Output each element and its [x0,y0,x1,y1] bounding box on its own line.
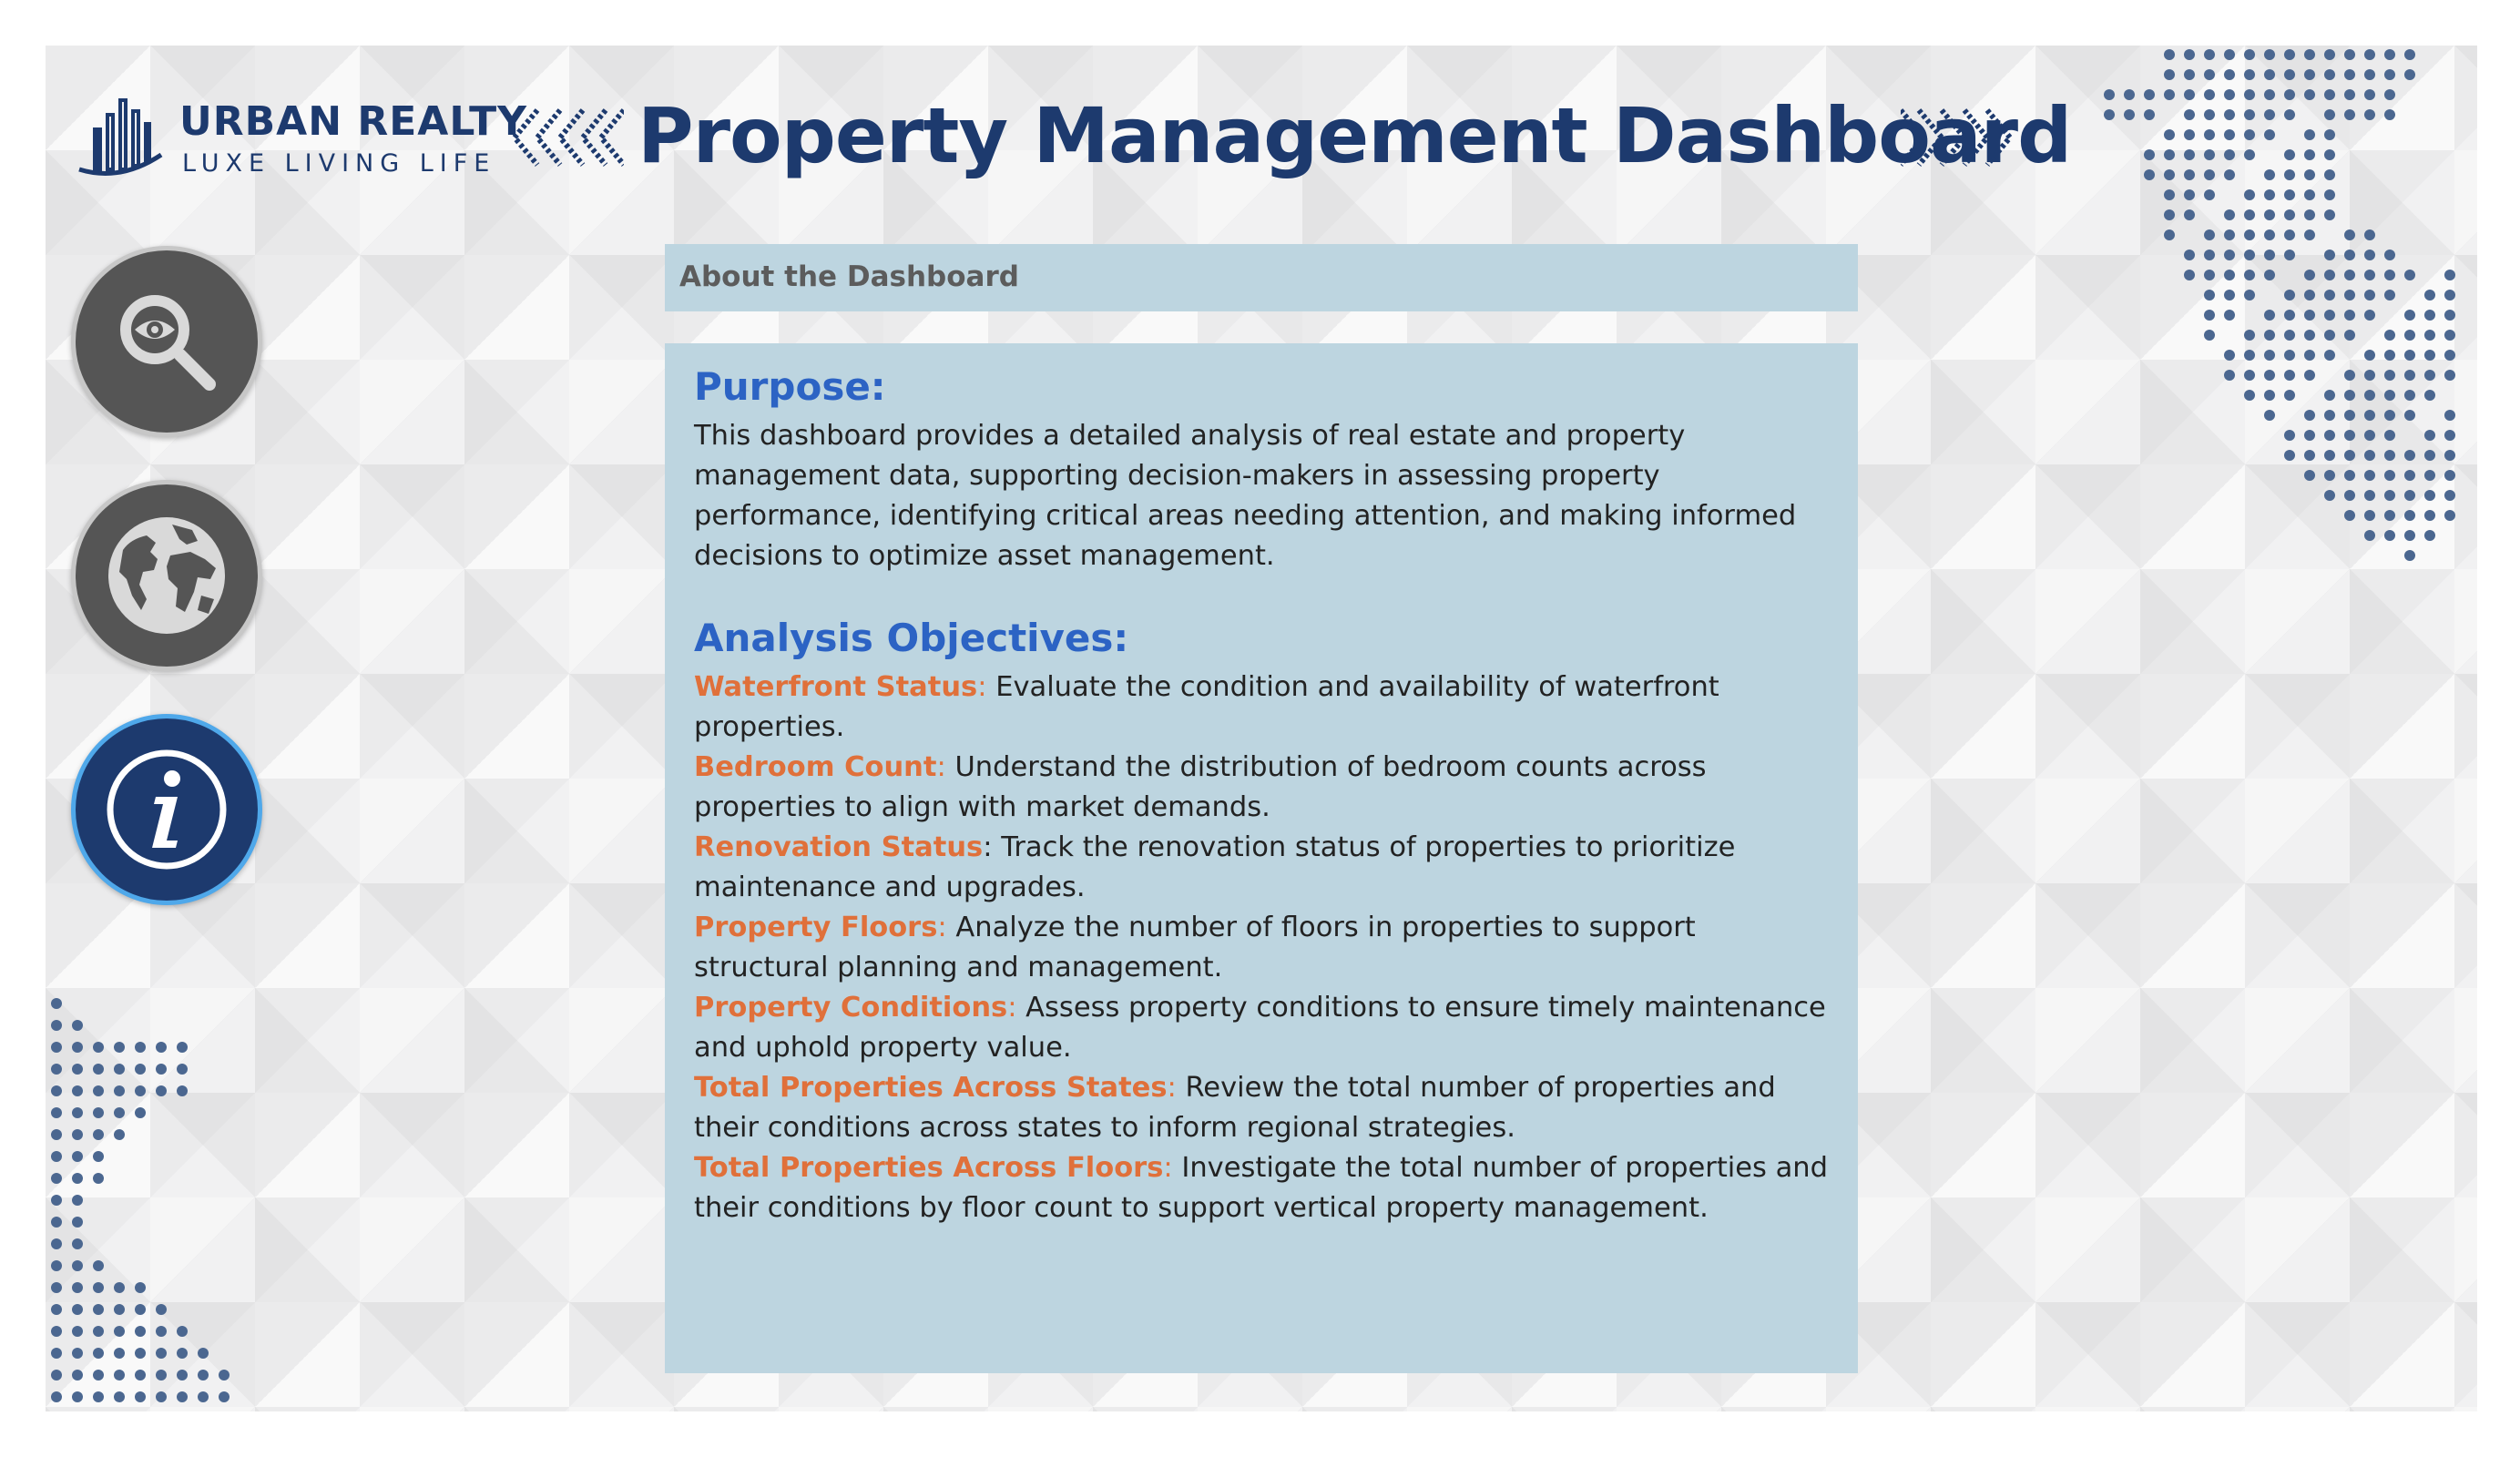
nav-map-button[interactable] [71,480,262,671]
brand-tagline: LUXE LIVING LIFE [182,149,496,178]
dot-pattern-bottom-left [51,998,230,1402]
objective-title: Total Properties Across States [694,1072,1168,1104]
chevron-left-decoration-icon [511,108,624,167]
purpose-text: This dashboard provides a detailed analy… [694,420,1797,572]
objective-item: Waterfront Status: Evaluate the conditio… [694,671,1719,743]
building-logo-icon [78,98,163,176]
header: Property Management Dashboard [510,80,2072,199]
objective-title: Bedroom Count [694,751,937,783]
objective-title: Waterfront Status [694,671,978,703]
purpose-heading: Purpose: [694,364,886,409]
objective-title: Renovation Status [694,831,984,863]
info-icon [107,749,227,870]
objective-item: Total Properties Across Floors: Investig… [694,1152,1828,1224]
page-title: Property Management Dashboard [638,91,2072,180]
objective-item: Bedroom Count: Understand the distributi… [694,751,1707,823]
objective-title: Property Conditions [694,992,1008,1024]
objective-item: Property Floors: Analyze the number of f… [694,912,1696,983]
brand-name: URBAN REALTY [179,98,527,145]
chevron-right-decoration-icon [1901,108,2014,167]
about-header-label: About the Dashboard [679,260,1019,293]
nav-analysis-button[interactable] [71,246,262,437]
objectives-heading: Analysis Objectives: [694,616,1129,660]
objective-item: Renovation Status: Track the renovation … [694,831,1736,903]
magnifier-eye-icon [120,295,216,391]
objective-item: Total Properties Across States: Review t… [694,1072,1776,1144]
objective-title: Property Floors [694,912,938,943]
globe-icon [108,517,225,634]
about-section-header: About the Dashboard [665,244,1858,311]
objective-item: Property Conditions: Assess property con… [694,992,1826,1064]
objective-title: Total Properties Across Floors [694,1152,1164,1184]
nav-about-button[interactable] [71,714,262,905]
about-content-panel: Purpose: This dashboard provides a detai… [665,343,1858,1373]
brand-logo: URBAN REALTY LUXE LIVING LIFE [75,91,526,182]
dot-pattern-top-right [2104,49,2455,561]
